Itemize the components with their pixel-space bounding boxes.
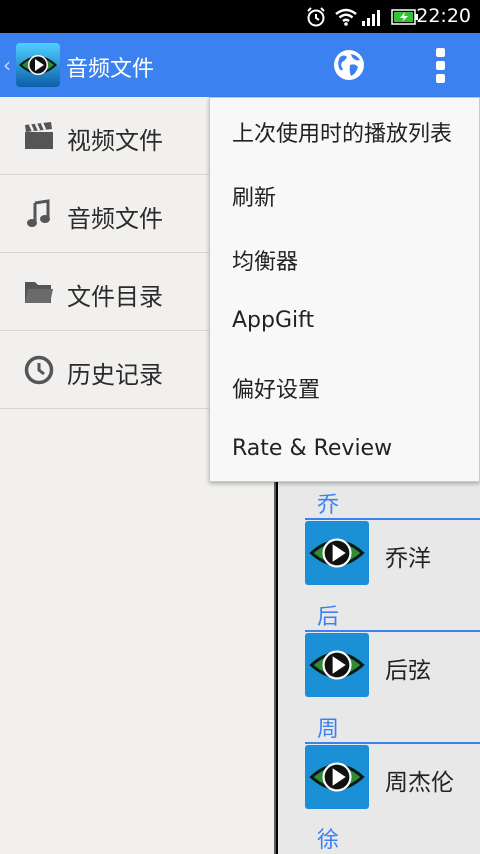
artist-thumbnail-icon <box>305 745 369 809</box>
drawer-item-label: 音频文件 <box>67 205 163 233</box>
drawer-item-label: 文件目录 <box>67 283 163 311</box>
wifi-icon <box>335 8 357 26</box>
signal-icon <box>362 10 380 26</box>
clock-icon <box>24 355 54 385</box>
status-bar: 22:20 <box>0 0 480 33</box>
artist-name: 乔洋 <box>385 546 431 572</box>
globe-icon[interactable] <box>332 48 366 82</box>
page-title: 音频文件 <box>66 57 155 82</box>
section-divider <box>305 518 480 520</box>
section-divider <box>305 630 480 632</box>
overflow-popup-menu: 上次使用时的播放列表 刷新 均衡器 AppGift 偏好设置 Rate & Re… <box>209 97 480 482</box>
menu-item-label: 均衡器 <box>232 250 299 275</box>
menu-item-label: 偏好设置 <box>232 378 321 403</box>
section-header: 乔 <box>317 493 340 518</box>
artist-name: 周杰伦 <box>385 770 454 796</box>
list-item[interactable]: 乔洋 <box>305 521 480 587</box>
folder-icon <box>25 282 53 303</box>
menu-item-label: 上次使用时的播放列表 <box>232 122 453 147</box>
section-header: 后 <box>317 605 340 630</box>
battery-charging-icon <box>391 9 418 25</box>
action-bar: ‹ 音频文件 <box>0 33 480 97</box>
menu-item-refresh[interactable]: 刷新 <box>210 162 479 226</box>
menu-item-label: Rate & Review <box>232 436 393 461</box>
clapperboard-icon <box>25 122 53 149</box>
section-header: 徐 <box>317 828 340 853</box>
menu-item-last-playlist[interactable]: 上次使用时的播放列表 <box>210 98 479 162</box>
section-header: 周 <box>317 717 340 742</box>
menu-item-label: 刷新 <box>232 186 277 211</box>
drawer-item-label: 历史记录 <box>67 361 163 389</box>
artist-thumbnail-icon <box>305 633 369 697</box>
menu-item-equalizer[interactable]: 均衡器 <box>210 226 479 290</box>
music-note-icon <box>27 199 50 227</box>
artist-name: 后弦 <box>385 658 431 684</box>
list-item[interactable]: 后弦 <box>305 633 480 699</box>
menu-item-appgift[interactable]: AppGift <box>210 290 479 354</box>
section-divider <box>305 742 480 744</box>
alarm-icon <box>307 7 325 27</box>
drawer-item-label: 视频文件 <box>67 127 163 155</box>
menu-item-rate-review[interactable]: Rate & Review <box>210 418 479 482</box>
overflow-menu-icon[interactable] <box>428 45 452 85</box>
eye-play-logo-icon[interactable] <box>16 43 60 87</box>
menu-item-label: AppGift <box>232 308 315 333</box>
menu-item-preferences[interactable]: 偏好设置 <box>210 354 479 418</box>
list-item[interactable]: 周杰伦 <box>305 745 480 811</box>
artist-thumbnail-icon <box>305 521 369 585</box>
clock-time: 22:20 <box>416 5 471 27</box>
back-chevron-icon[interactable]: ‹ <box>3 53 11 77</box>
